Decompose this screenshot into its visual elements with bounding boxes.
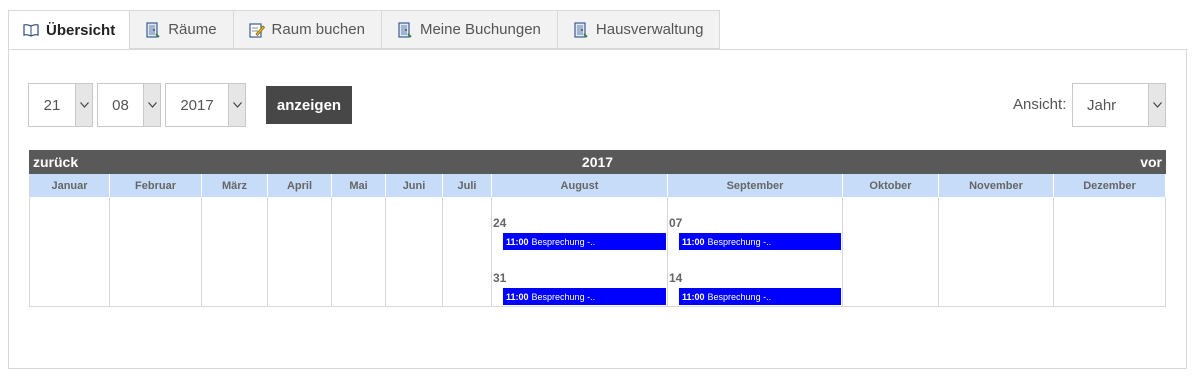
chevron-down-icon[interactable] (1148, 84, 1165, 126)
month-cell (443, 197, 492, 306)
booking-event[interactable]: 11:00 Besprechung -.. (503, 233, 666, 250)
year-calendar: zurück 2017 vor Januar Februar März Apri… (29, 150, 1166, 307)
prev-year-link[interactable]: zurück (33, 154, 78, 170)
show-button[interactable]: anzeigen (266, 86, 352, 124)
year-select[interactable]: 2017 (165, 83, 246, 127)
day-select-value: 21 (43, 96, 61, 114)
month-cell-august: 24 11:00 Besprechung -.. 31 11:00 Bespre… (492, 197, 668, 306)
book-icon (23, 22, 39, 38)
month-header: Juni (386, 174, 443, 197)
calendar-header: zurück 2017 vor (29, 150, 1166, 174)
tab-label: Räume (168, 21, 217, 38)
tab-bar: Übersicht Räume Raum buchen Meine Buchun… (8, 10, 721, 50)
door-icon (397, 21, 413, 38)
month-header: Januar (30, 174, 110, 197)
month-select-value: 08 (112, 96, 129, 114)
month-cell (386, 197, 443, 306)
month-header: April (268, 174, 332, 197)
chevron-down-icon[interactable] (75, 84, 92, 126)
tab-raeume[interactable]: Räume (129, 10, 234, 49)
tab-label: Übersicht (46, 21, 116, 39)
month-header: Februar (110, 174, 202, 197)
month-cell (1054, 197, 1166, 306)
month-cell (332, 197, 386, 306)
event-time: 11:00 (506, 236, 529, 247)
tab-raum-buchen[interactable]: Raum buchen (232, 10, 382, 49)
year-select-value: 2017 (180, 96, 214, 114)
event-title: Besprechung -.. (531, 236, 596, 247)
tab-uebersicht[interactable]: Übersicht (8, 10, 131, 50)
edit-icon (248, 22, 265, 38)
event-title: Besprechung -.. (531, 291, 596, 302)
event-title: Besprechung -.. (707, 236, 772, 247)
event-time: 11:00 (506, 291, 529, 302)
month-header: März (202, 174, 268, 197)
month-cell (110, 197, 202, 306)
door-icon (145, 21, 161, 38)
month-header: September (668, 174, 843, 197)
month-header: Oktober (843, 174, 939, 197)
booking-event[interactable]: 11:00 Besprechung -.. (679, 233, 841, 250)
month-cell (268, 197, 332, 306)
day-select[interactable]: 21 (28, 83, 93, 127)
booking-event[interactable]: 11:00 Besprechung -.. (503, 288, 666, 305)
month-cell (202, 197, 268, 306)
month-cell (939, 197, 1054, 306)
day-number: 14 (669, 271, 683, 285)
chevron-down-icon[interactable] (228, 84, 245, 126)
event-time: 11:00 (682, 291, 705, 302)
tab-label: Hausverwaltung (595, 21, 704, 38)
month-header: Mai (332, 174, 386, 197)
tab-label: Raum buchen (271, 21, 365, 38)
day-number: 31 (493, 271, 507, 285)
month-header-row: Januar Februar März April Mai Juni Juli … (29, 174, 1166, 197)
month-header: August (492, 174, 668, 197)
view-select[interactable]: Jahr (1072, 83, 1166, 127)
month-cell (30, 197, 110, 306)
month-header: November (939, 174, 1054, 197)
chevron-down-icon[interactable] (143, 84, 160, 126)
month-cells-row: 24 11:00 Besprechung -.. 31 11:00 Bespre… (29, 197, 1166, 307)
month-cell-september: 07 11:00 Besprechung -.. 14 11:00 Bespre… (668, 197, 843, 306)
day-number: 07 (669, 216, 683, 230)
month-header: Juli (443, 174, 492, 197)
booking-event[interactable]: 11:00 Besprechung -.. (679, 288, 841, 305)
month-header: Dezember (1054, 174, 1166, 197)
view-select-value: Jahr (1087, 96, 1117, 114)
event-time: 11:00 (682, 236, 705, 247)
calendar-year: 2017 (581, 154, 614, 170)
tab-label: Meine Buchungen (419, 21, 541, 38)
next-year-link[interactable]: vor (1140, 154, 1162, 170)
tab-meine-buchungen[interactable]: Meine Buchungen (380, 10, 558, 49)
view-label: Ansicht: (1013, 96, 1067, 113)
month-select[interactable]: 08 (97, 83, 161, 127)
month-cell (843, 197, 939, 306)
door-icon (573, 21, 589, 38)
event-title: Besprechung -.. (707, 291, 772, 302)
day-number: 24 (493, 216, 507, 230)
tab-hausverwaltung[interactable]: Hausverwaltung (556, 10, 721, 49)
